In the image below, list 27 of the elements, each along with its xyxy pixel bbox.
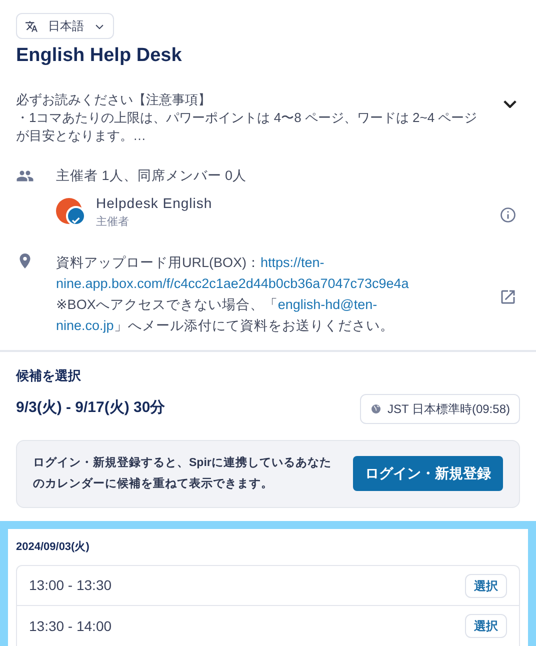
link[interactable]: nine.co.jp: [56, 315, 114, 336]
link[interactable]: https://ten-: [260, 252, 324, 273]
slot-time: 13:30 - 14:00: [29, 616, 112, 636]
link[interactable]: english-hd@ten-: [278, 294, 378, 315]
verified-badge: [66, 206, 86, 226]
globe-icon: [370, 402, 382, 414]
location-text: ※BOXへアクセスできない場合、「: [56, 296, 278, 314]
description-text: 必ずお読みください【注意事項】 ・1コマあたりの上限は、パワーポイントは 4〜8 ページ、ワードは 2~4 ページが目安となります。…: [16, 90, 478, 144]
timezone-button[interactable]: JST 日本標準時(09:58): [360, 394, 520, 424]
attendee-name: Helpdesk English: [96, 194, 212, 213]
day-date: 2024/09/03(火): [16, 540, 90, 554]
location-text: 」へメール添付にて資料をお送りください。: [114, 317, 394, 335]
attendee-role: 主催者: [96, 214, 130, 230]
login-button[interactable]: ログイン・新規登録: [353, 456, 503, 491]
chevron-down-icon: [503, 99, 518, 108]
slot-time: 13:00 - 13:30: [29, 576, 112, 595]
select-button[interactable]: 選択: [465, 614, 507, 638]
translate-icon: [25, 20, 38, 32]
section-heading: 候補を選択: [16, 367, 82, 385]
page-title: English Help Desk: [16, 44, 183, 68]
login-banner-text: ログイン・新規登録すると、Spirに連携しているあなたのカレンダーに候補を重ねて表示できます。: [33, 455, 332, 492]
language-button[interactable]: 日本語: [16, 13, 114, 39]
select-button[interactable]: 選択: [465, 574, 507, 598]
link[interactable]: nine.app.box.com/f/c4cc2c1ae2d44b0cb36a7047c73c9e4a: [56, 273, 409, 294]
location-text: 資料アップロード用URL(BOX)：: [56, 254, 261, 272]
attendee-summary: 主催者 1人、同席メンバー 0人: [56, 166, 248, 184]
date-range: 9/3(火) - 9/17(火) 30分: [16, 398, 166, 418]
